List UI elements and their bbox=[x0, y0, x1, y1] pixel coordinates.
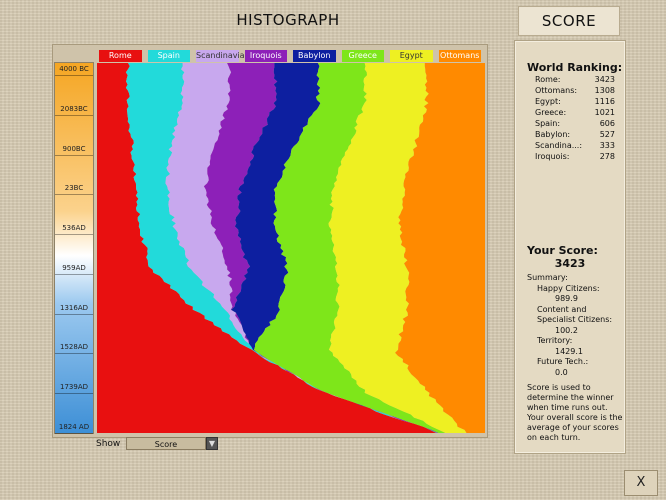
legend-item-egypt: Egypt bbox=[390, 50, 433, 62]
year-tick bbox=[55, 433, 93, 434]
year-label: 1739AD bbox=[60, 383, 88, 392]
legend-item-greece: Greece bbox=[341, 50, 384, 62]
close-button[interactable]: X bbox=[624, 470, 658, 496]
year-tick bbox=[55, 234, 93, 236]
ranking-row: Babylon: 527 bbox=[535, 129, 615, 140]
ranking-score: 3423 bbox=[594, 75, 615, 84]
content-citizens-label: Content and Specialist Citizens: bbox=[537, 304, 613, 325]
score-note: Score is used to determine the winner wh… bbox=[527, 383, 623, 442]
ranking-row: Spain: 606 bbox=[535, 118, 615, 129]
ranking-list: Rome: 3423 Ottomans: 1308 Egypt: 1116 Greece: 1… bbox=[535, 74, 615, 162]
year-tick bbox=[55, 313, 93, 315]
civ-legend: Rome Spain Scandinavia Iroquois Babylon Greec… bbox=[96, 50, 484, 62]
score-panel: World Ranking: Rome: 3423 Ottomans: 1308 Egy… bbox=[514, 40, 626, 454]
ranking-name: Egypt: bbox=[535, 97, 561, 106]
ranking-score: 606 bbox=[599, 119, 615, 128]
ranking-row: Rome: 3423 bbox=[535, 74, 615, 85]
ranking-heading: World Ranking: bbox=[527, 61, 623, 74]
year-tick bbox=[55, 114, 93, 116]
histograph-chart bbox=[97, 63, 485, 433]
dropdown-arrow-icon[interactable]: ▼ bbox=[206, 437, 218, 450]
score-title: SCORE bbox=[518, 6, 620, 36]
year-label: 536AD bbox=[62, 224, 86, 233]
year-label: 1316AD bbox=[60, 303, 88, 312]
year-tick bbox=[55, 194, 93, 196]
ranking-name: Rome: bbox=[535, 75, 561, 84]
year-label: 1824 AD bbox=[58, 423, 90, 431]
ranking-name: Iroquois: bbox=[535, 152, 570, 161]
ranking-score: 1308 bbox=[594, 86, 615, 95]
legend-item-ottomans: Ottomans bbox=[438, 50, 481, 62]
ranking-row: Iroquois: 278 bbox=[535, 151, 615, 162]
ranking-name: Babylon: bbox=[535, 130, 571, 139]
summary-label: Summary: bbox=[527, 273, 568, 282]
happy-citizens-value: 989.9 bbox=[555, 294, 578, 303]
your-score-label: Your Score: bbox=[527, 244, 598, 257]
histograph-chart-frame bbox=[52, 44, 488, 438]
content-citizens-value: 100.2 bbox=[555, 325, 578, 335]
ranking-row: Egypt: 1116 bbox=[535, 96, 615, 107]
year-scale: 4000 BC 2083BC 900BC 23BC 536AD 959AD 1316AD 15… bbox=[54, 62, 94, 434]
ranking-row: Ottomans: 1308 bbox=[535, 85, 615, 96]
future-tech-label: Future Tech.: bbox=[537, 357, 589, 366]
territory-label: Territory: bbox=[537, 336, 573, 345]
year-tick bbox=[55, 154, 93, 156]
legend-item-rome: Rome bbox=[99, 50, 142, 62]
year-tick bbox=[55, 393, 93, 395]
score-summary: Summary: Happy Citizens: 989.9 Content a… bbox=[527, 273, 623, 378]
ranking-name: Greece: bbox=[535, 108, 567, 117]
year-label: 959AD bbox=[62, 263, 86, 272]
ranking-score: 278 bbox=[599, 152, 615, 161]
show-dropdown[interactable]: Score bbox=[126, 437, 206, 450]
legend-item-scandinavia: Scandinavia bbox=[196, 50, 245, 62]
legend-item-spain: Spain bbox=[147, 50, 190, 62]
legend-item-iroquois: Iroquois bbox=[244, 50, 287, 62]
year-tick bbox=[55, 353, 93, 355]
legend-item-babylon: Babylon bbox=[293, 50, 336, 62]
future-tech-value: 0.0 bbox=[555, 367, 568, 377]
your-score-value: 3423 bbox=[554, 257, 586, 270]
ranking-score: 1021 bbox=[594, 108, 615, 117]
ranking-score: 527 bbox=[599, 130, 615, 139]
ranking-score: 1116 bbox=[594, 97, 615, 106]
year-tick bbox=[55, 273, 93, 275]
show-label: Show bbox=[96, 439, 121, 449]
ranking-name: Scandina...: bbox=[535, 141, 583, 150]
year-tick bbox=[55, 75, 93, 76]
territory-value: 1429.1 bbox=[555, 346, 583, 356]
year-label: 1528AD bbox=[60, 343, 88, 352]
histograph-title: HISTOGRAPH bbox=[236, 11, 340, 29]
ranking-row: Scandina...: 333 bbox=[535, 140, 615, 151]
happy-citizens-label: Happy Citizens: bbox=[537, 283, 600, 293]
year-label: 23BC bbox=[64, 184, 84, 193]
year-label: 4000 BC bbox=[59, 65, 89, 73]
ranking-row: Greece: 1021 bbox=[535, 107, 615, 118]
ranking-name: Spain: bbox=[535, 119, 561, 128]
ranking-name: Ottomans: bbox=[535, 86, 578, 95]
year-label: 2083BC bbox=[60, 104, 88, 113]
year-label: 900BC bbox=[62, 144, 86, 153]
ranking-score: 333 bbox=[599, 141, 615, 150]
